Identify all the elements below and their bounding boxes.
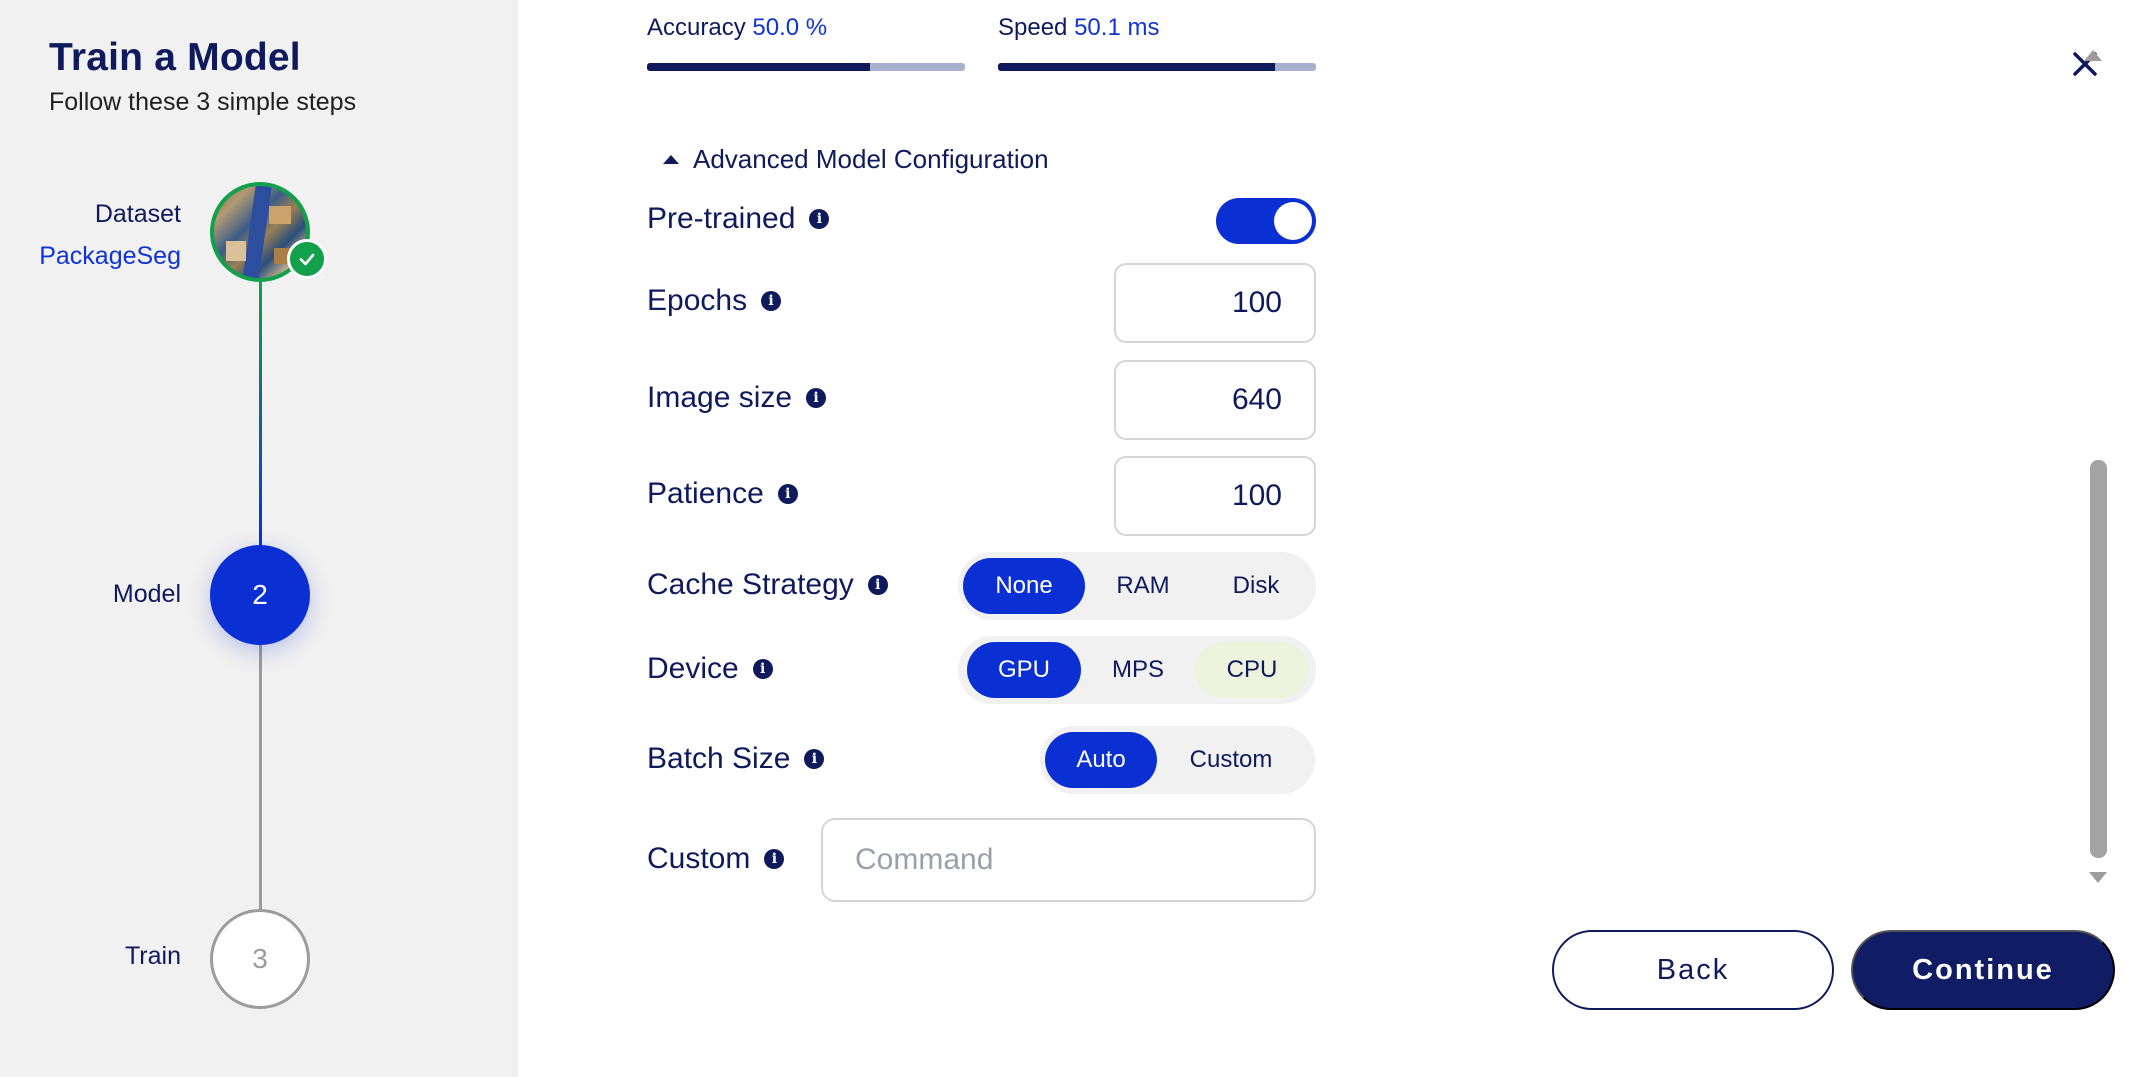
advanced-config-toggle[interactable]: Advanced Model Configuration [663,144,1049,175]
info-icon[interactable]: i [761,291,782,311]
patience-input[interactable] [1114,456,1316,536]
scroll-up-icon[interactable] [2084,50,2102,61]
epochs-label: Epochs [647,284,748,317]
speed-metric: Speed 50.1 ms [998,14,1159,42]
step-model-indicator[interactable]: 2 [210,545,310,645]
cache-option-none[interactable]: None [963,558,1085,614]
page-title: Train a Model [49,36,301,79]
pretrained-row-label: Pre-trained i [647,202,830,236]
custom-row-label: Custom i [647,842,785,876]
accuracy-label: Accuracy [647,14,746,41]
batch-size-selector: Auto Custom [1040,726,1315,794]
patience-row-label: Patience i [647,477,798,511]
info-icon[interactable]: i [777,484,798,504]
batch-size-label: Batch Size [647,742,791,775]
step-dataset-name[interactable]: PackageSeg [39,242,181,271]
custom-label: Custom [647,842,751,875]
step-dataset-label: Dataset [94,200,181,228]
cache-strategy-row-label: Cache Strategy i [647,568,888,602]
step-train-indicator[interactable]: 3 [210,909,310,1009]
cache-strategy-label: Cache Strategy [647,568,854,601]
pretrained-toggle[interactable] [1216,198,1316,244]
device-option-cpu[interactable]: CPU [1195,642,1309,698]
image-size-label: Image size [647,381,793,414]
back-button[interactable]: Back [1552,930,1834,1010]
image-size-input[interactable] [1114,360,1316,440]
continue-button[interactable]: Continue [1851,930,2115,1010]
batch-option-auto[interactable]: Auto [1045,732,1157,788]
info-icon[interactable]: i [809,209,830,229]
caret-up-icon [663,155,679,164]
pretrained-label: Pre-trained [647,202,796,235]
scroll-down-icon[interactable] [2089,872,2107,883]
scrollbar-thumb[interactable] [2090,460,2107,858]
step-train-label: Train [124,942,181,970]
device-row-label: Device i [647,652,773,686]
patience-label: Patience [647,477,764,510]
epochs-input[interactable] [1114,263,1316,343]
info-icon[interactable]: i [764,849,785,869]
speed-value: 50.1 ms [1074,14,1160,41]
accuracy-metric: Accuracy 50.0 % [647,14,827,42]
device-selector: GPU MPS CPU [958,636,1316,704]
image-size-row-label: Image size i [647,381,827,415]
sidebar: Train a Model Follow these 3 simple step… [0,0,518,1077]
step-connector-pending [259,640,262,912]
page-subtitle: Follow these 3 simple steps [49,88,357,116]
device-option-gpu[interactable]: GPU [967,642,1081,698]
cache-strategy-selector: None RAM Disk [958,552,1316,620]
info-icon[interactable]: i [867,575,888,595]
device-option-mps[interactable]: MPS [1081,642,1195,698]
cache-option-ram[interactable]: RAM [1085,558,1201,614]
custom-command-input[interactable] [821,818,1316,902]
check-icon [287,239,327,279]
info-icon[interactable]: i [804,749,825,769]
epochs-row-label: Epochs i [647,284,782,318]
device-label: Device [647,652,739,685]
main-panel: Accuracy 50.0 % Speed 50.1 ms Advanced M… [518,0,2145,1077]
step-model-label: Model [112,580,181,608]
accuracy-value: 50.0 % [752,14,828,41]
info-icon[interactable]: i [752,659,773,679]
accuracy-bar [647,63,965,71]
info-icon[interactable]: i [806,388,827,408]
batch-option-custom[interactable]: Custom [1157,732,1305,788]
speed-label: Speed [998,14,1068,41]
batch-size-row-label: Batch Size i [647,742,825,776]
speed-bar [998,63,1316,71]
step-connector-complete [259,278,262,548]
cache-option-disk[interactable]: Disk [1201,558,1311,614]
advanced-config-label: Advanced Model Configuration [693,144,1049,174]
